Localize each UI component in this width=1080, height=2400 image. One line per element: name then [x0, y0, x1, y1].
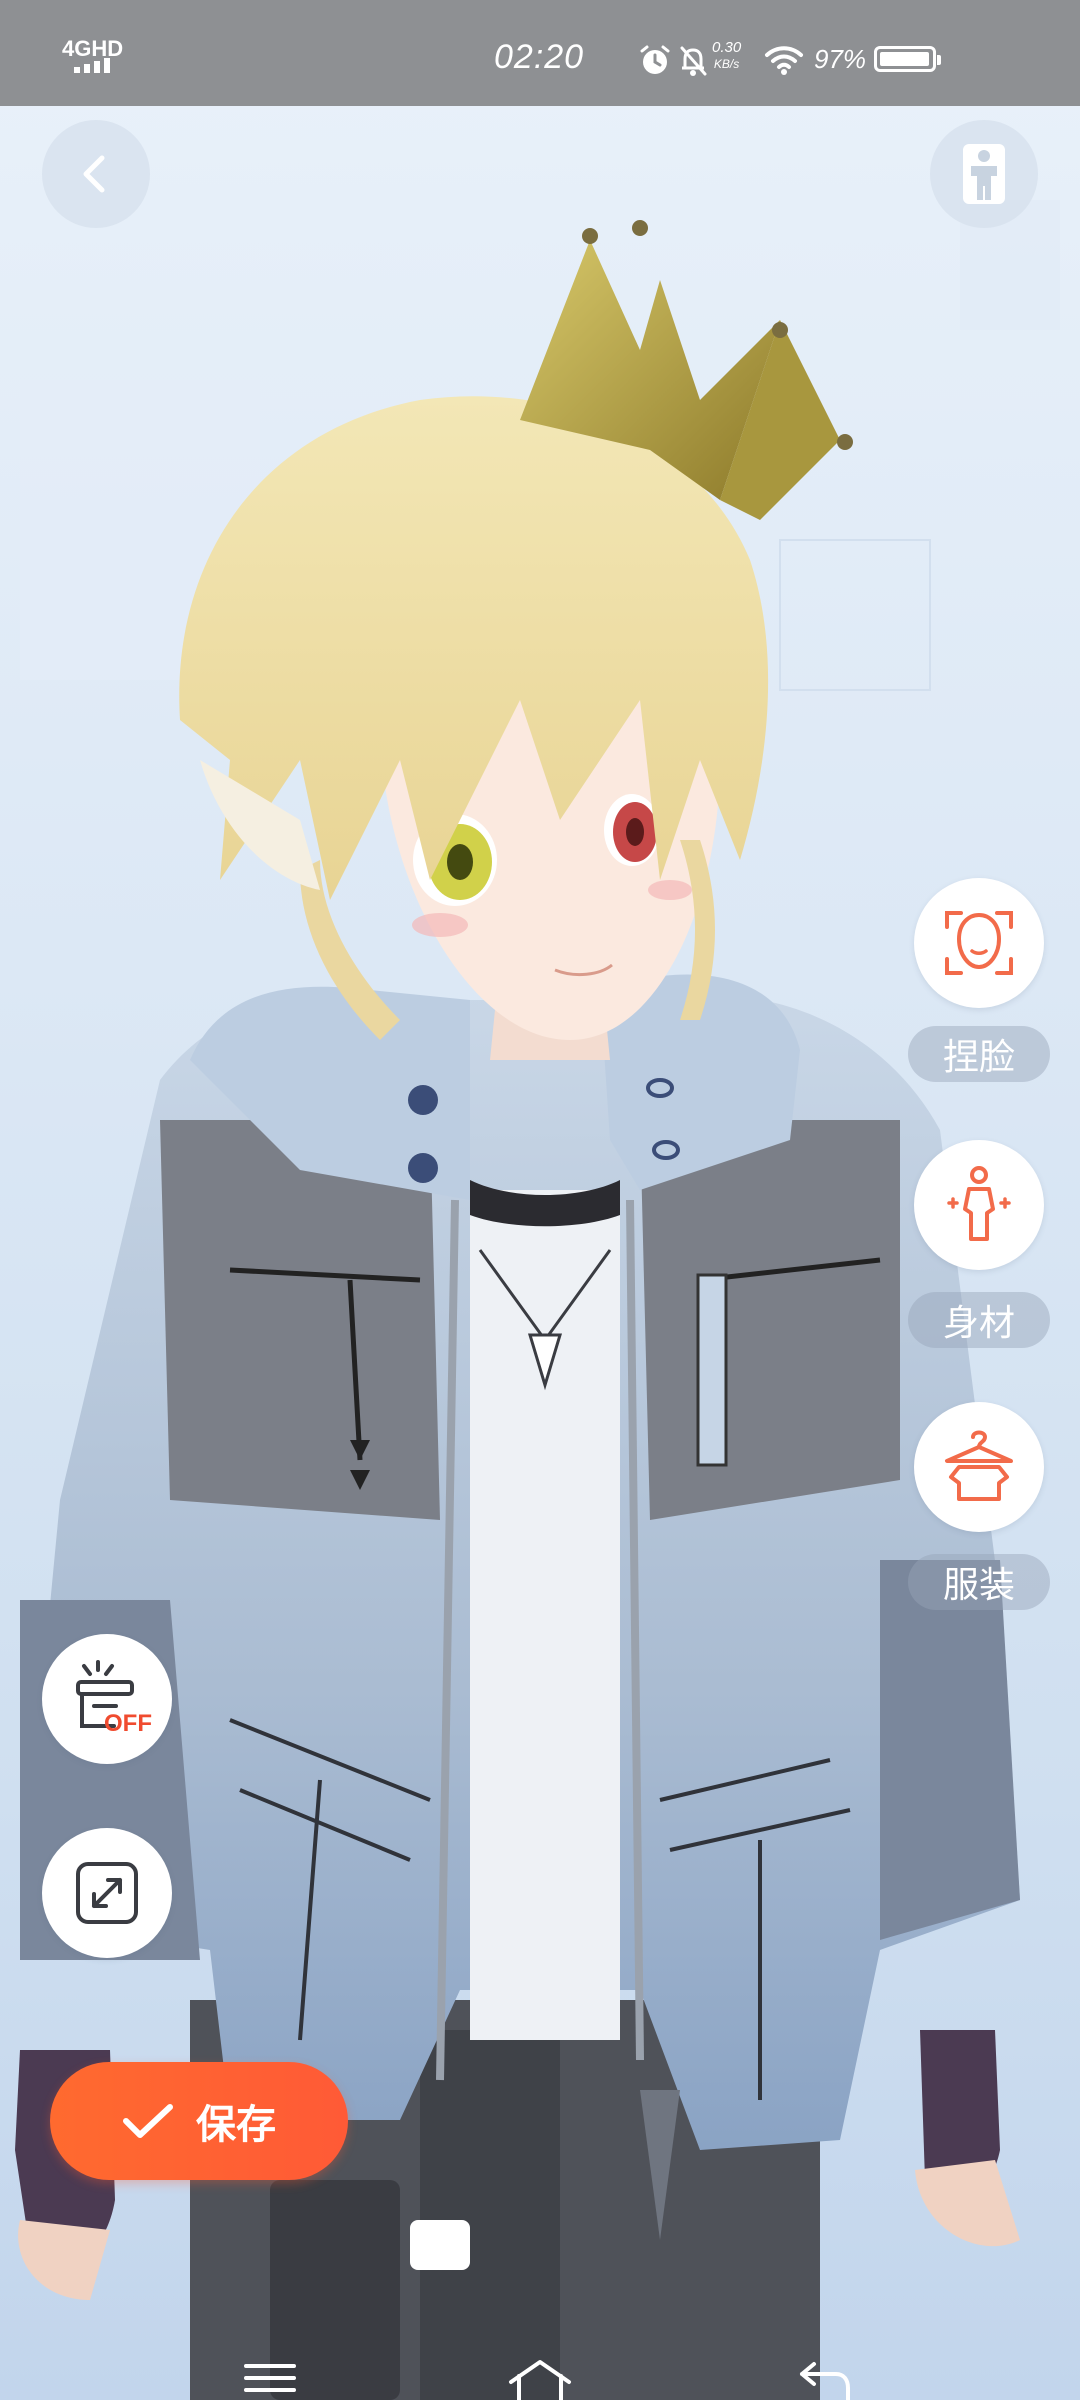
button-snap: [408, 1085, 438, 1115]
bell-off-icon: [680, 46, 707, 76]
alarm-icon: [640, 45, 670, 74]
avatar-editor-screen: 4GHD 02:20 0.30 KB/s 97% 捏脸 身材 服装 OFF 保存: [0, 0, 1080, 2400]
battery-level: [880, 52, 929, 66]
status-bar: 4GHD 02:20 0.30 KB/s 97%: [0, 0, 1080, 106]
button-snap: [408, 1153, 438, 1183]
net-speed-unit: KB/s: [713, 57, 740, 71]
back-icon[interactable]: [796, 2358, 852, 2400]
accessory-toggle-button[interactable]: OFF: [42, 1634, 172, 1764]
chevron-left-icon: [83, 155, 105, 193]
home-icon[interactable]: [505, 2358, 575, 2400]
clock: 02:20: [494, 38, 585, 76]
body-icon: [947, 1166, 1011, 1241]
pose-button[interactable]: [930, 120, 1038, 228]
save-button[interactable]: 保存: [50, 2062, 348, 2180]
outfit-edit-label: 服装: [908, 1554, 1050, 1610]
fullscreen-button[interactable]: [42, 1828, 172, 1958]
body-pose-icon: [963, 144, 1005, 204]
avatar-3d-view[interactable]: [0, 106, 1080, 2400]
check-icon: [123, 2104, 173, 2138]
bg-panel: [779, 539, 931, 691]
outfit-edit-button[interactable]: [914, 1402, 1044, 1532]
body-edit-label: 身材: [908, 1292, 1050, 1348]
wifi-icon: [765, 46, 803, 75]
net-speed: 0.30 KB/s: [712, 40, 741, 72]
save-button-label: 保存: [196, 2103, 276, 2147]
menu-icon[interactable]: [242, 2358, 298, 2398]
signal-icon: [74, 58, 110, 73]
face-icon: [945, 911, 1013, 975]
body-edit-button[interactable]: [914, 1140, 1044, 1270]
back-button[interactable]: [42, 120, 150, 228]
hanger-shirt-icon: [945, 1430, 1013, 1501]
face-edit-label: 捏脸: [908, 1026, 1050, 1082]
face-edit-button[interactable]: [914, 878, 1044, 1008]
battery-icon: [874, 46, 941, 72]
network-indicator: 4GHD: [62, 36, 124, 61]
toggle-off-badge: OFF: [104, 1710, 152, 1737]
battery-percent: 97%: [814, 44, 867, 74]
expand-icon: [76, 1862, 138, 1924]
system-nav-bar: [0, 2350, 1080, 2400]
net-speed-value: 0.30: [712, 39, 742, 56]
